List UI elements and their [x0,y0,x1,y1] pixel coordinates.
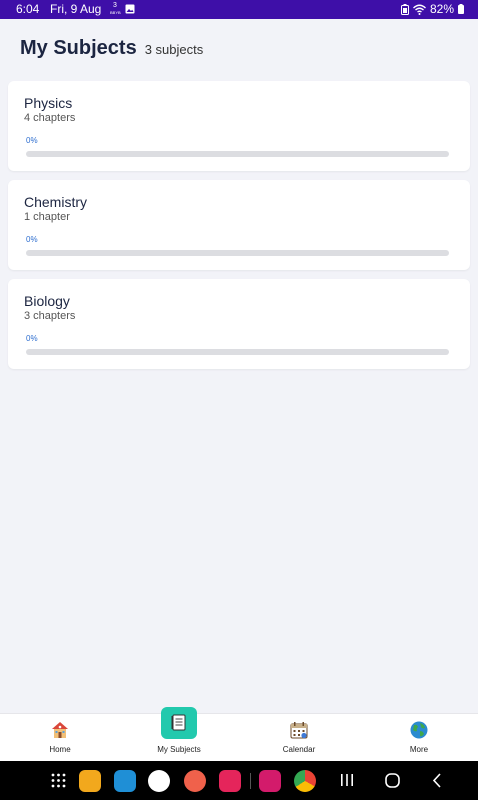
subject-name: Physics [24,95,73,111]
subject-name: Chemistry [24,194,88,210]
subject-list: Physics 4 chapters 0% Chemistry 1 chapte… [8,81,470,378]
back-button-icon[interactable] [432,773,442,788]
battery-percent: 82% [429,2,454,16]
nav-label: My Subjects [157,745,201,754]
battery-saver-icon [400,3,409,15]
nav-home[interactable]: Home [10,714,110,762]
wifi-icon [412,4,426,15]
page-title: My Subjects [20,37,137,59]
notebook-icon [171,714,186,731]
chrome-app-icon[interactable] [294,770,316,792]
home-button-icon[interactable] [385,773,400,788]
app-drawer-icon[interactable] [51,773,66,788]
contacts-app-icon[interactable] [184,770,206,792]
subject-card-biology[interactable]: Biology 3 chapters 0% [8,279,470,369]
image-icon [125,4,135,14]
nav-label: More [409,745,429,754]
progress-bar [26,250,449,256]
bottom-nav: Home My Subjects Calendar More [0,707,478,762]
nav-label: Home [49,745,71,754]
messages-app-icon[interactable] [148,770,170,792]
progress-label: 0% [26,334,38,343]
flower-app-icon[interactable] [259,770,281,792]
subject-card-physics[interactable]: Physics 4 chapters 0% [8,81,470,171]
status-bar: 6:04 Fri, 9 Aug 3 BBYB 82% [0,0,478,19]
status-right: 82% [400,2,464,16]
taskbar-divider [250,773,251,789]
subject-name: Biology [24,293,70,309]
nav-calendar[interactable]: Calendar [249,714,349,762]
recent-apps-icon[interactable] [340,773,354,787]
chapter-count: 4 chapters [24,112,76,124]
status-date: Fri, 9 Aug [50,2,102,16]
nav-my-subjects[interactable]: My Subjects [129,707,229,762]
notification-badge: 3 BBYB [110,2,121,15]
nav-label: Calendar [282,745,316,754]
system-taskbar [0,761,478,800]
calendar-icon [290,722,308,739]
progress-bar [26,151,449,157]
status-time: 6:04 [16,2,40,16]
files-app-icon[interactable] [79,770,101,792]
calendar-app-icon[interactable] [114,770,136,792]
chapter-count: 1 chapter [24,211,70,223]
page-header: My Subjects 3 subjects [20,37,203,60]
battery-icon [458,4,464,14]
progress-label: 0% [26,235,38,244]
school-icon [52,722,68,738]
progress-bar [26,349,449,355]
chapter-count: 3 chapters [24,310,76,322]
nav-more[interactable]: More [369,714,469,762]
progress-label: 0% [26,136,38,145]
globe-icon [410,721,428,739]
camera-app-icon[interactable] [219,770,241,792]
subject-count: 3 subjects [144,42,204,57]
subject-card-chemistry[interactable]: Chemistry 1 chapter 0% [8,180,470,270]
